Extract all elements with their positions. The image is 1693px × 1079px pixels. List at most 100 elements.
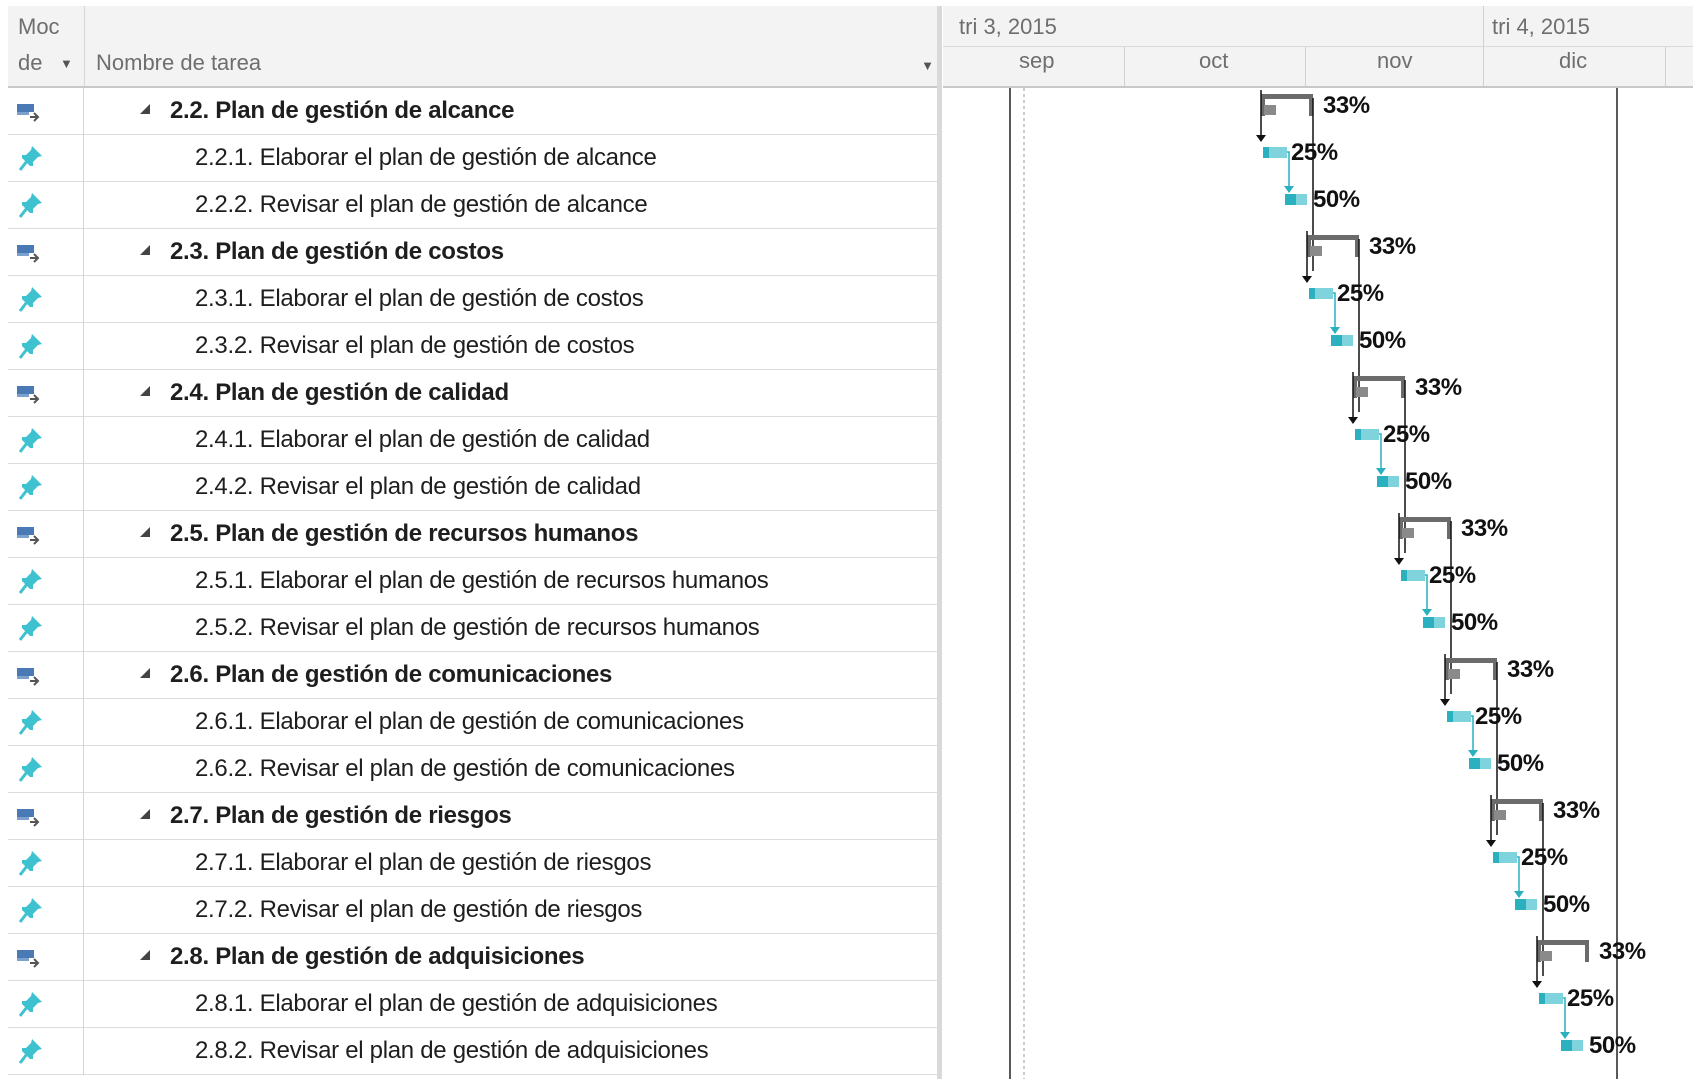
task-row[interactable]: 2.3.1. Elaborar el plan de gestión de co… <box>8 276 942 323</box>
task-name-cell[interactable]: 2.8. Plan de gestión de adquisiciones <box>85 934 942 981</box>
pane-splitter[interactable] <box>937 6 942 1079</box>
summary-task-name: 2.2. Plan de gestión de alcance <box>170 97 515 124</box>
task-name-cell[interactable]: 2.4. Plan de gestión de calidad <box>85 370 942 417</box>
task-mode-cell[interactable] <box>8 417 84 464</box>
task-mode-cell[interactable] <box>8 464 84 511</box>
task-name-cell[interactable]: 2.7. Plan de gestión de riesgos <box>85 793 942 840</box>
task-name-cell[interactable]: 2.3. Plan de gestión de costos <box>85 229 942 276</box>
summary-bar[interactable] <box>1307 235 1359 240</box>
task-mode-cell[interactable] <box>8 1028 84 1075</box>
task-name-cell[interactable]: 2.7.2. Revisar el plan de gestión de rie… <box>85 887 942 934</box>
task-row[interactable]: 2.6.1. Elaborar el plan de gestión de co… <box>8 699 942 746</box>
task-name: 2.7.1. Elaborar el plan de gestión de ri… <box>195 849 652 876</box>
task-name-cell[interactable]: 2.4.1. Elaborar el plan de gestión de ca… <box>85 417 942 464</box>
task-mode-cell[interactable] <box>8 370 84 417</box>
task-name-cell[interactable]: 2.4.2. Revisar el plan de gestión de cal… <box>85 464 942 511</box>
task-name-cell[interactable]: 2.8.2. Revisar el plan de gestión de adq… <box>85 1028 942 1075</box>
collapse-triangle-icon[interactable] <box>140 245 150 255</box>
manual-pin-icon <box>18 898 42 923</box>
task-name-cell[interactable]: 2.3.1. Elaborar el plan de gestión de co… <box>85 276 942 323</box>
task-row[interactable]: 2.2.2. Revisar el plan de gestión de alc… <box>8 182 942 229</box>
task-row[interactable]: 2.8.1. Elaborar el plan de gestión de ad… <box>8 981 942 1028</box>
task-mode-cell[interactable] <box>8 605 84 652</box>
task-name-cell[interactable]: 2.8.1. Elaborar el plan de gestión de ad… <box>85 981 942 1028</box>
summary-bar[interactable] <box>1353 376 1405 381</box>
task-name: 2.4.2. Revisar el plan de gestión de cal… <box>195 473 641 500</box>
task-name-header-label: Nombre de tarea <box>96 50 262 75</box>
task-row[interactable]: 2.7. Plan de gestión de riesgos <box>8 793 942 840</box>
summary-bar[interactable] <box>1491 799 1543 804</box>
auto-scheduled-summary-icon <box>17 668 40 686</box>
task-row[interactable]: 2.5.2. Revisar el plan de gestión de rec… <box>8 605 942 652</box>
task-name-cell[interactable]: 2.3.2. Revisar el plan de gestión de cos… <box>85 323 942 370</box>
task-name-cell[interactable]: 2.5.1. Elaborar el plan de gestión de re… <box>85 558 942 605</box>
collapse-triangle-icon[interactable] <box>140 950 150 960</box>
collapse-triangle-icon[interactable] <box>140 104 150 114</box>
project-window: Moc de ▼ Nombre de tarea ▼ 2.2. Plan de … <box>0 0 1693 1079</box>
task-row[interactable]: 2.2. Plan de gestión de alcance <box>8 88 942 135</box>
task-name: 2.6.1. Elaborar el plan de gestión de co… <box>195 708 744 735</box>
task-row[interactable]: 2.8.2. Revisar el plan de gestión de adq… <box>8 1028 942 1075</box>
task-mode-cell[interactable] <box>8 88 84 135</box>
task-mode-cell[interactable] <box>8 229 84 276</box>
manual-pin-icon <box>18 616 42 641</box>
task-mode-cell[interactable] <box>8 323 84 370</box>
manual-pin-icon <box>18 1039 42 1064</box>
collapse-triangle-icon[interactable] <box>140 386 150 396</box>
summary-bar[interactable] <box>1445 658 1497 663</box>
collapse-triangle-icon[interactable] <box>140 809 150 819</box>
task-mode-cell[interactable] <box>8 793 84 840</box>
task-mode-cell[interactable] <box>8 276 84 323</box>
task-row[interactable]: 2.6.2. Revisar el plan de gestión de com… <box>8 746 942 793</box>
task-mode-cell[interactable] <box>8 746 84 793</box>
task-progress <box>1331 335 1342 346</box>
task-name-cell[interactable]: 2.6. Plan de gestión de comunicaciones <box>85 652 942 699</box>
percent-complete-label: 50% <box>1543 891 1590 918</box>
collapse-triangle-icon[interactable] <box>140 668 150 678</box>
task-row[interactable]: 2.3.2. Revisar el plan de gestión de cos… <box>8 323 942 370</box>
summary-bar-end <box>1585 940 1589 962</box>
task-mode-cell[interactable] <box>8 981 84 1028</box>
task-mode-cell[interactable] <box>8 652 84 699</box>
task-name-cell[interactable]: 2.7.1. Elaborar el plan de gestión de ri… <box>85 840 942 887</box>
task-row[interactable]: 2.2.1. Elaborar el plan de gestión de al… <box>8 135 942 182</box>
task-name-cell[interactable]: 2.6.1. Elaborar el plan de gestión de co… <box>85 699 942 746</box>
task-name-cell[interactable]: 2.2.1. Elaborar el plan de gestión de al… <box>85 135 942 182</box>
task-mode-cell[interactable] <box>8 934 84 981</box>
summary-bar[interactable] <box>1399 517 1451 522</box>
summary-bar[interactable] <box>1537 940 1589 945</box>
task-name-cell[interactable]: 2.6.2. Revisar el plan de gestión de com… <box>85 746 942 793</box>
task-name-cell[interactable]: 2.2.2. Revisar el plan de gestión de alc… <box>85 182 942 229</box>
task-name-cell[interactable]: 2.5.2. Revisar el plan de gestión de rec… <box>85 605 942 652</box>
task-name-cell[interactable]: 2.5. Plan de gestión de recursos humanos <box>85 511 942 558</box>
percent-complete-label: 33% <box>1553 797 1600 824</box>
task-mode-column-header[interactable]: Moc de ▼ <box>8 6 85 86</box>
task-row[interactable]: 2.4. Plan de gestión de calidad <box>8 370 942 417</box>
task-row[interactable]: 2.5.1. Elaborar el plan de gestión de re… <box>8 558 942 605</box>
task-mode-cell[interactable] <box>8 699 84 746</box>
task-row[interactable]: 2.3. Plan de gestión de costos <box>8 229 942 276</box>
task-mode-cell[interactable] <box>8 135 84 182</box>
task-row[interactable]: 2.8. Plan de gestión de adquisiciones <box>8 934 942 981</box>
task-progress <box>1377 476 1388 487</box>
task-mode-cell[interactable] <box>8 558 84 605</box>
task-row[interactable]: 2.7.1. Elaborar el plan de gestión de ri… <box>8 840 942 887</box>
task-row[interactable]: 2.7.2. Revisar el plan de gestión de rie… <box>8 887 942 934</box>
collapse-triangle-icon[interactable] <box>140 527 150 537</box>
summary-bar[interactable] <box>1261 94 1313 99</box>
task-row[interactable]: 2.6. Plan de gestión de comunicaciones <box>8 652 942 699</box>
manual-pin-icon <box>18 146 42 171</box>
chevron-down-icon[interactable]: ▼ <box>60 56 73 71</box>
task-name-column-header[interactable]: Nombre de tarea ▼ <box>85 6 942 86</box>
chevron-down-icon[interactable]: ▼ <box>921 58 934 73</box>
task-mode-cell[interactable] <box>8 511 84 558</box>
task-progress <box>1285 194 1296 205</box>
task-mode-cell[interactable] <box>8 887 84 934</box>
task-row[interactable]: 2.4.1. Elaborar el plan de gestión de ca… <box>8 417 942 464</box>
percent-complete-label: 25% <box>1475 703 1522 730</box>
task-row[interactable]: 2.5. Plan de gestión de recursos humanos <box>8 511 942 558</box>
task-row[interactable]: 2.4.2. Revisar el plan de gestión de cal… <box>8 464 942 511</box>
task-mode-cell[interactable] <box>8 840 84 887</box>
task-mode-cell[interactable] <box>8 182 84 229</box>
task-name-cell[interactable]: 2.2. Plan de gestión de alcance <box>85 88 942 135</box>
